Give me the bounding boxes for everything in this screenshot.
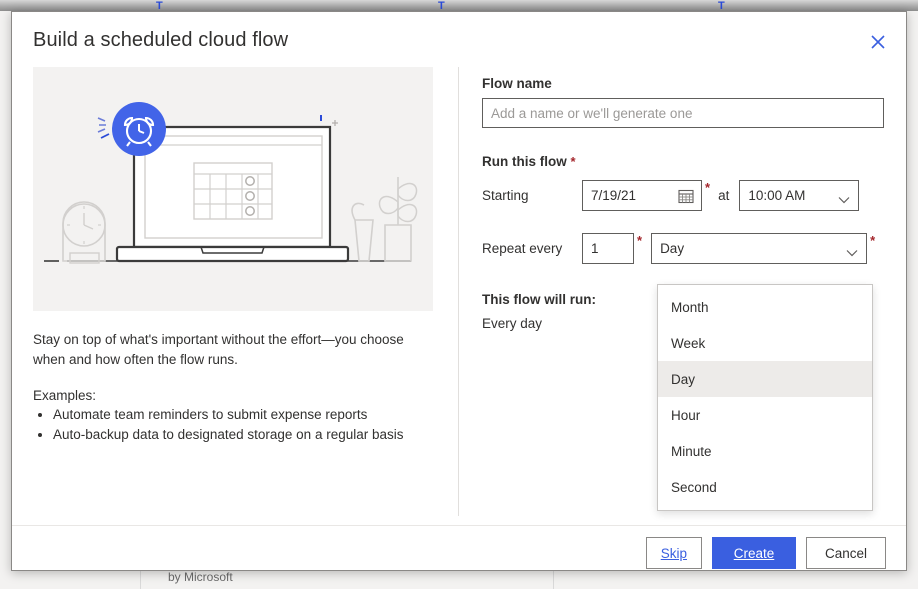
create-button[interactable]: Create: [712, 537, 796, 569]
repeat-row: Repeat every * Day *: [482, 233, 886, 264]
flow-name-label: Flow name: [482, 76, 552, 91]
run-this-flow-text: Run this flow: [482, 154, 567, 169]
dropdown-option-month[interactable]: Month: [658, 289, 872, 325]
at-label: at: [718, 188, 730, 203]
repeat-unit-options-list[interactable]: Month Week Day Hour Minute Second: [657, 284, 873, 511]
starting-label: Starting: [482, 188, 529, 203]
background-tick-2: T: [718, 0, 725, 12]
examples-label: Examples:: [33, 388, 97, 403]
chevron-down-icon: [846, 245, 858, 260]
dropdown-option-hour[interactable]: Hour: [658, 397, 872, 433]
flow-name-input[interactable]: [482, 98, 884, 128]
list-item: Auto-backup data to designated storage o…: [53, 425, 433, 445]
starting-row: Starting 7/19/21 * at 10:00 AM: [482, 180, 886, 211]
right-panel: Flow name Run this flow * Starting 7/19/…: [482, 76, 886, 511]
dropdown-option-day[interactable]: Day: [658, 361, 872, 397]
start-date-required-marker: *: [705, 180, 711, 195]
repeat-interval-required-marker: *: [637, 233, 643, 248]
footer-divider: [12, 525, 906, 526]
repeat-unit-value: Day: [660, 241, 685, 256]
start-date-value: 7/19/21: [591, 188, 637, 203]
repeat-interval-input[interactable]: [582, 233, 634, 264]
examples-list: Automate team reminders to submit expens…: [33, 405, 433, 445]
chevron-down-icon: [838, 192, 850, 207]
start-time-value: 10:00 AM: [748, 188, 806, 203]
required-marker: *: [570, 154, 576, 169]
run-this-flow-label: Run this flow *: [482, 154, 886, 169]
repeat-unit-dropdown[interactable]: Day: [651, 233, 868, 264]
scheduled-flow-illustration: [33, 67, 433, 311]
skip-button[interactable]: Skip: [645, 537, 702, 569]
background-ruler: [0, 0, 918, 11]
dropdown-option-week[interactable]: Week: [658, 325, 872, 361]
calendar-icon[interactable]: [678, 188, 694, 207]
left-panel: Stay on top of what's important without …: [33, 67, 433, 445]
repeat-unit-required-marker: *: [870, 233, 876, 248]
cancel-button[interactable]: Cancel: [806, 537, 886, 569]
scheduled-flow-dialog: Build a scheduled cloud flow Stay on top…: [11, 11, 907, 571]
close-icon[interactable]: [862, 26, 894, 58]
list-item: Automate team reminders to submit expens…: [53, 405, 433, 425]
dialog-title: Build a scheduled cloud flow: [33, 29, 289, 51]
dropdown-option-second[interactable]: Second: [658, 469, 872, 505]
start-date-input[interactable]: 7/19/21: [582, 180, 702, 211]
dropdown-option-minute[interactable]: Minute: [658, 433, 872, 469]
background-publisher-text: by Microsoft: [168, 570, 233, 584]
panel-divider: [458, 67, 459, 516]
background-tick-0: T: [156, 0, 163, 12]
flow-description: Stay on top of what's important without …: [33, 332, 404, 367]
background-tick-1: T: [438, 0, 445, 12]
dialog-footer: Skip Create Cancel: [645, 537, 886, 569]
repeat-every-label: Repeat every: [482, 241, 563, 256]
start-time-dropdown[interactable]: 10:00 AM: [739, 180, 860, 211]
